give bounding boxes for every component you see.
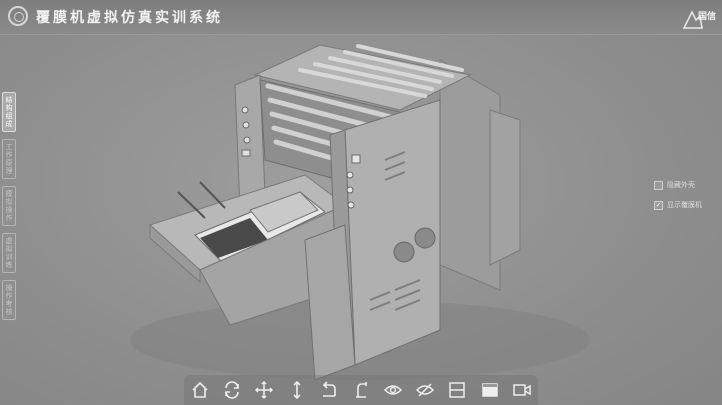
sidebar-tab-simulation[interactable]: 模拟操作 [2,186,16,226]
move-button[interactable] [251,377,277,403]
brand-text: 国信 [697,12,716,22]
split-view-button[interactable] [444,377,470,403]
rotate-button[interactable] [219,377,245,403]
sidebar-tab-structure[interactable]: 结构组成 [2,92,16,132]
undo-icon [322,381,336,397]
camera-button[interactable] [509,377,535,403]
sidebar-tab-label: 结构组成 [5,96,13,128]
hide-button[interactable] [412,377,438,403]
sidebar-tab-label: 工作原理 [5,143,13,175]
clamp-button[interactable] [348,377,374,403]
move-icon [255,380,274,400]
checkbox-show-machine[interactable]: ✓ [654,200,663,210]
layout-split-icon [449,382,466,398]
sidebar-tab-label: 操作考核 [5,284,13,316]
zoom-vertical-icon [293,380,301,400]
rotate-icon [225,381,240,399]
option-label: 显示覆膜机 [667,201,702,209]
sidebar-tab-training[interactable]: 虚拟训练 [2,233,16,273]
sidebar-tab-assessment[interactable]: 操作考核 [2,280,16,320]
sidebar: 结构组成 工作原理 模拟操作 虚拟训练 操作考核 [2,92,18,327]
logo-icon [8,6,28,26]
undo-button[interactable] [316,377,342,403]
option-hide-shell[interactable]: 隐藏外壳 [654,178,722,192]
eye-icon [384,385,403,395]
layout-window-icon [481,383,498,397]
home-icon [192,381,208,398]
view-toolbar [184,375,538,405]
sidebar-tab-label: 虚拟训练 [5,237,13,269]
sidebar-tab-label: 模拟操作 [5,190,13,222]
laminating-machine-model[interactable] [0,0,722,405]
display-options: 隐藏外壳 ✓ 显示覆膜机 [654,178,722,218]
option-show-machine[interactable]: ✓ 显示覆膜机 [654,198,722,212]
checkbox-hide-shell[interactable] [654,180,663,190]
home-button[interactable] [187,377,213,403]
clamp-icon [355,382,367,398]
show-button[interactable] [380,377,406,403]
title-bar: 覆膜机虚拟仿真实训系统 国信 [0,0,722,35]
eye-off-icon [416,383,435,397]
3d-viewport[interactable] [0,0,722,405]
window-view-button[interactable] [477,377,503,403]
camera-icon [513,384,531,396]
zoom-button[interactable] [284,377,310,403]
option-label: 隐藏外壳 [667,181,695,189]
app-window: 覆膜机虚拟仿真实训系统 国信 结构组成 工作原理 模拟操作 虚拟训练 操作考核 … [0,0,722,405]
sidebar-tab-principle[interactable]: 工作原理 [2,139,16,179]
app-title: 覆膜机虚拟仿真实训系统 [36,10,223,26]
